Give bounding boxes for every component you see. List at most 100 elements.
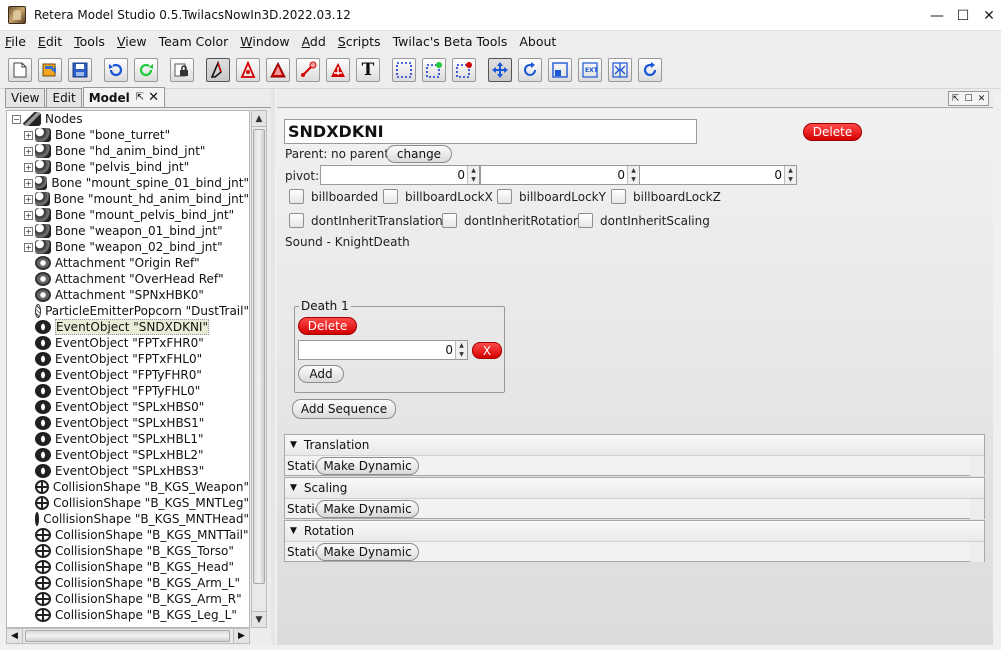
paint-tool-icon[interactable] [296,57,320,82]
tree-item[interactable]: CollisionShape "B_KGS_Weapon" [7,479,249,495]
spinner-icon[interactable]: ▲ ▼ [627,166,639,184]
expand-icon[interactable]: + [24,178,33,188]
menu-view[interactable]: View [117,34,147,49]
lock-icon[interactable] [170,57,194,82]
expand-icon[interactable]: + [24,194,33,204]
tree-item[interactable]: EventObject "SPLxHBL2" [7,447,249,463]
close-button[interactable]: ✕ [977,0,1001,31]
menu-window[interactable]: Window [240,34,289,49]
extrude-tool-icon[interactable]: EXT [578,57,602,82]
expand-icon[interactable]: + [24,242,33,252]
make-dynamic-button[interactable]: Make Dynamic [316,543,419,561]
tab-model[interactable]: Model ⇱ ✕ [82,87,166,107]
panel-splitter[interactable] [271,89,275,645]
checkbox-billboarded[interactable]: billboarded [289,189,378,204]
checkbox-box[interactable] [578,213,593,228]
tree-item[interactable]: + Bone "mount_pelvis_bind_jnt" [7,207,249,223]
tree-item[interactable]: + Bone "hd_anim_bind_jnt" [7,143,249,159]
tree-item[interactable]: CollisionShape "B_KGS_MNTHead" [7,511,249,527]
checkbox-box[interactable] [289,189,304,204]
make-dynamic-button[interactable]: Make Dynamic [316,500,419,518]
tree-item[interactable]: + Bone "pelvis_bind_jnt" [7,159,249,175]
expand-triangle-icon[interactable]: ▼ [290,440,297,450]
tree-item[interactable]: Attachment "Origin Ref" [7,255,249,271]
tree-item[interactable]: EventObject "SNDXDKNI" [7,319,249,335]
refresh-icon[interactable] [638,57,662,82]
tree-item[interactable]: EventObject "SPLxHBS3" [7,463,249,479]
track-value-input[interactable]: 0 ▲ ▼ [298,340,468,360]
tree-item[interactable]: Attachment "SPNxHBK0" [7,287,249,303]
checkbox-box[interactable] [497,189,512,204]
tree-item[interactable]: + Bone "mount_hd_anim_bind_jnt" [7,191,249,207]
checkbox-dont-inherit-rotation[interactable]: dontInheritRotation [442,213,581,228]
move-tool-icon[interactable] [488,57,512,82]
expand-triangle-icon[interactable]: ▼ [290,526,297,536]
select-tool-icon[interactable] [206,57,230,82]
scroll-left-icon[interactable]: ◀ [7,629,23,643]
pivot-z-input[interactable]: 0 ▲ ▼ [639,165,797,185]
tree-item[interactable]: CollisionShape "B_KGS_Head" [7,559,249,575]
tree-item[interactable]: EventObject "SPLxHBS0" [7,399,249,415]
scroll-up-icon[interactable]: ▲ [252,111,266,127]
tab-edit[interactable]: Edit [46,88,82,107]
tree-horizontal-scrollbar[interactable]: ◀ ▶ [6,628,250,644]
add-entry-button[interactable]: Add [298,365,344,383]
mirror-tool-icon[interactable] [608,57,632,82]
tree-root[interactable]: − Nodes [7,111,249,127]
section-header[interactable]: ▼ Rotation [285,521,984,542]
pivot-y-input[interactable]: 0 ▲ ▼ [480,165,640,185]
new-file-icon[interactable] [8,57,32,82]
maximize-button[interactable]: ☐ [951,0,975,31]
checkbox-billboard-lock-y[interactable]: billboardLockY [497,189,606,204]
scroll-down-icon[interactable]: ▼ [252,611,266,627]
spinner-icon[interactable]: ▲ ▼ [455,341,467,359]
tree-item[interactable]: CollisionShape "B_KGS_MNTLeg" [7,495,249,511]
expand-icon[interactable]: + [24,130,33,140]
checkbox-billboard-lock-z[interactable]: billboardLockZ [611,189,721,204]
pivot-x-input[interactable]: 0 ▲ ▼ [320,165,480,185]
pin-icon[interactable]: ⇱ [136,92,144,103]
checkbox-dont-inherit-scaling[interactable]: dontInheritScaling [578,213,710,228]
scale-tool-icon[interactable] [548,57,572,82]
expand-icon[interactable]: + [24,146,33,156]
expand-icon[interactable]: + [24,226,33,236]
face-tool-icon[interactable] [326,57,350,82]
h-scroll-thumb[interactable] [25,630,230,642]
tree-vertical-scrollbar[interactable]: ▲ ▼ [251,110,267,628]
menu-team-color[interactable]: Team Color [159,34,229,49]
tree-item[interactable]: ParticleEmitterPopcorn "DustTrail" [7,303,249,319]
change-parent-button[interactable]: change [386,145,452,163]
remove-entry-button[interactable]: X [472,342,502,359]
scroll-thumb[interactable] [253,129,265,584]
tree-item[interactable]: CollisionShape "B_KGS_MNTTail" [7,527,249,543]
vertex-tool-icon[interactable] [236,57,260,82]
tree-item[interactable]: CollisionShape "B_KGS_Arm_R" [7,591,249,607]
tab-view[interactable]: View [5,88,46,107]
menu-add[interactable]: Add [302,34,326,49]
text-tool-icon[interactable]: T [356,57,380,82]
tree-item[interactable]: EventObject "FPTxFHL0" [7,351,249,367]
spinner-icon[interactable]: ▲ ▼ [467,166,479,184]
scroll-right-icon[interactable]: ▶ [233,629,249,643]
tree-item[interactable]: + Bone "mount_spine_01_bind_jnt" [7,175,249,191]
tree-item[interactable]: EventObject "SPLxHBL1" [7,431,249,447]
tree-item[interactable]: EventObject "SPLxHBS1" [7,415,249,431]
checkbox-box[interactable] [289,213,304,228]
checkbox-dont-inherit-translation[interactable]: dontInheritTranslation [289,213,443,228]
expand-icon[interactable]: + [24,162,33,172]
tree-item[interactable]: EventObject "FPTyFHR0" [7,367,249,383]
undo-icon[interactable] [104,57,128,82]
menu-file[interactable]: File [5,34,26,49]
box-remove-icon[interactable] [452,57,476,82]
menu-scripts[interactable]: Scripts [338,34,381,49]
undock-icon[interactable]: ⇱ [949,92,962,105]
close-icon[interactable]: ✕ [148,90,159,105]
menu-twilac-s-beta-tools[interactable]: Twilac's Beta Tools [393,34,508,49]
expand-triangle-icon[interactable]: ▼ [290,483,297,493]
tree-item[interactable]: Attachment "OverHead Ref" [7,271,249,287]
delete-track-button[interactable]: Delete [298,317,357,335]
tree-item[interactable]: + Bone "bone_turret" [7,127,249,143]
close-panel-icon[interactable]: ✕ [975,92,988,105]
tree-item[interactable]: CollisionShape "B_KGS_Arm_L" [7,575,249,591]
tree-item[interactable]: CollisionShape "B_KGS_Torso" [7,543,249,559]
